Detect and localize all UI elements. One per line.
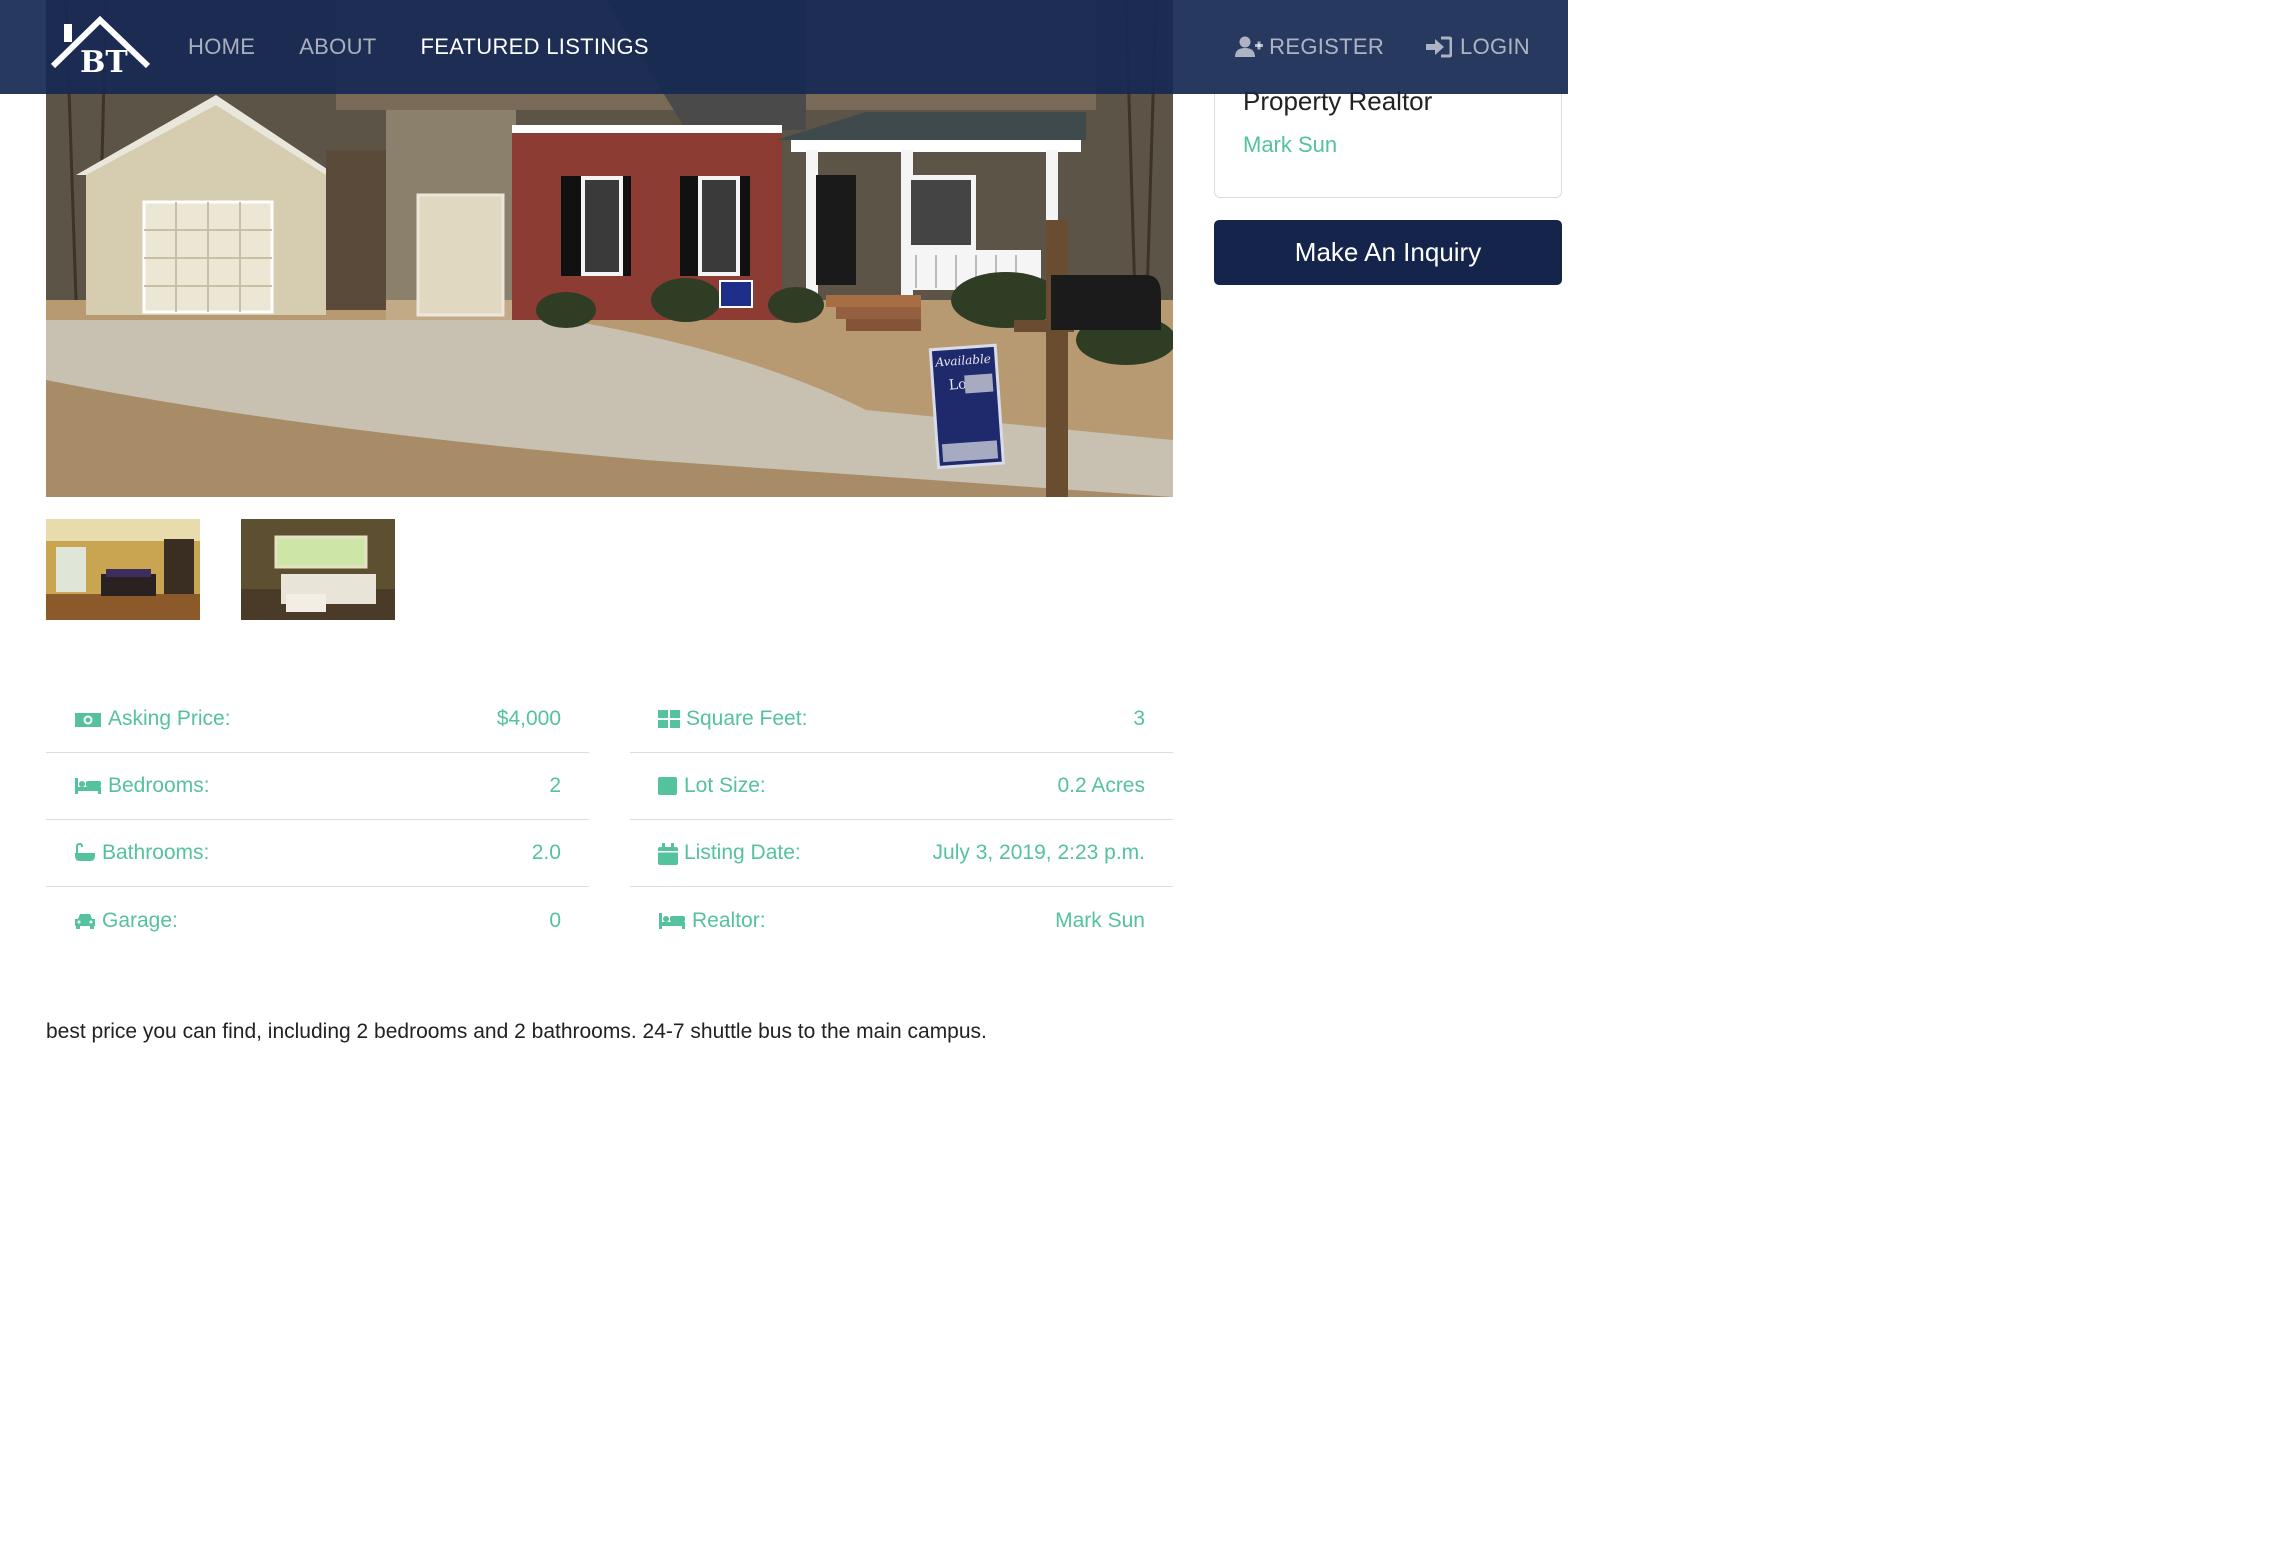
detail-label: Bathrooms:: [102, 841, 210, 864]
bath-icon: [74, 842, 96, 863]
user-plus-icon: [1235, 36, 1264, 58]
detail-value: 3: [1133, 707, 1145, 730]
detail-label: Listing Date:: [684, 841, 801, 864]
logo-text: BT: [80, 45, 128, 76]
detail-row-garage: Garage: 0: [46, 887, 589, 954]
detail-label: Garage:: [102, 908, 178, 932]
nav-about-link[interactable]: ABOUT: [299, 34, 376, 60]
details-left-column: Asking Price: $4,000 Bedrooms: 2 Bathroo…: [46, 686, 589, 954]
listing-description: best price you can find, including 2 bed…: [46, 1020, 987, 1043]
detail-row-bathrooms: Bathrooms: 2.0: [46, 820, 589, 887]
detail-value: $4,000: [496, 707, 561, 730]
sign-in-icon: [1426, 36, 1454, 58]
login-link[interactable]: LOGIN: [1426, 34, 1530, 60]
nav-home-link[interactable]: HOME: [188, 34, 255, 60]
grid-icon: [658, 709, 680, 729]
detail-value: July 3, 2019, 2:23 p.m.: [932, 841, 1145, 864]
register-link[interactable]: REGISTER: [1235, 34, 1384, 60]
detail-row-realtor: Realtor: Mark Sun: [630, 887, 1173, 954]
detail-label: Square Feet:: [686, 707, 808, 730]
thumbnail-photo-2[interactable]: [241, 519, 395, 620]
detail-label: Realtor:: [692, 908, 766, 932]
brand-logo[interactable]: BT: [50, 15, 152, 80]
thumbnail-photo-1[interactable]: [46, 519, 200, 620]
realtor-name-link[interactable]: Mark Sun: [1243, 132, 1337, 158]
register-label: REGISTER: [1269, 34, 1385, 59]
detail-row-bedrooms: Bedrooms: 2: [46, 753, 589, 820]
detail-value: 0: [549, 908, 561, 932]
top-navbar: BT HOME ABOUT FEATURED LISTINGS REGISTER…: [0, 0, 1568, 94]
square-icon: [658, 776, 678, 796]
detail-value: 0.2 Acres: [1057, 774, 1145, 797]
nav-auth-links: REGISTER LOGIN: [1235, 0, 1530, 94]
money-icon: [74, 709, 102, 729]
detail-row-listing-date: Listing Date: July 3, 2019, 2:23 p.m.: [630, 820, 1173, 887]
bed-icon: [658, 911, 686, 931]
car-icon: [74, 911, 96, 931]
detail-label: Lot Size:: [684, 774, 766, 797]
calendar-icon: [658, 843, 678, 865]
detail-row-lot-size: Lot Size: 0.2 Acres: [630, 753, 1173, 820]
detail-label: Bedrooms:: [108, 774, 210, 797]
make-inquiry-button[interactable]: Make An Inquiry: [1214, 220, 1562, 285]
detail-row-asking-price: Asking Price: $4,000: [46, 686, 589, 753]
detail-value: Mark Sun: [1055, 908, 1145, 932]
detail-value: 2: [549, 774, 561, 797]
login-label: LOGIN: [1460, 34, 1530, 59]
detail-label: Asking Price:: [108, 707, 231, 730]
bed-icon: [74, 776, 102, 796]
nav-featured-listings-link[interactable]: FEATURED LISTINGS: [421, 34, 649, 60]
details-right-column: Square Feet: 3 Lot Size: 0.2 Acres Listi…: [630, 686, 1173, 954]
nav-links: HOME ABOUT FEATURED LISTINGS: [188, 0, 649, 94]
detail-row-square-feet: Square Feet: 3: [630, 686, 1173, 753]
detail-value: 2.0: [531, 841, 561, 864]
